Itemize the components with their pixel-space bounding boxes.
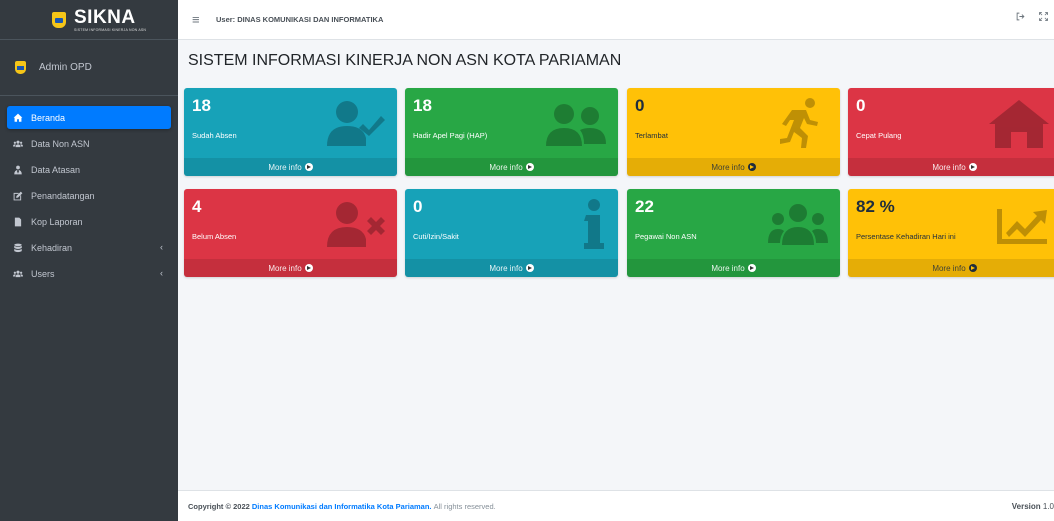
more-info-link[interactable]: More info xyxy=(848,158,1054,176)
more-info-link[interactable]: More info xyxy=(184,259,397,277)
box-value: 18 xyxy=(192,96,211,115)
logout-icon[interactable] xyxy=(1016,12,1025,24)
chart-line-icon xyxy=(987,199,1051,249)
user-avatar xyxy=(15,61,26,74)
more-info-link[interactable]: More info xyxy=(405,259,618,277)
box-label: Terlambat xyxy=(635,131,668,140)
running-icon xyxy=(766,98,830,148)
user-times-icon xyxy=(323,199,387,249)
user-friends-icon xyxy=(544,98,608,148)
sidebar-item-beranda[interactable]: Beranda xyxy=(7,106,171,129)
small-box-belum-absen: 4 Belum Absen More info xyxy=(184,189,397,277)
top-navbar: ≡ User: DINAS KOMUNIKASI DAN INFORMATIKA xyxy=(178,0,1054,40)
user-tie-icon xyxy=(13,165,23,175)
arrow-circle-right-icon xyxy=(747,163,756,171)
main-footer: Copyright © 2022 Dinas Komunikasi dan In… xyxy=(178,490,1054,521)
more-info-link[interactable]: More info xyxy=(627,259,840,277)
box-label: Persentase Kehadiran Hari ini xyxy=(856,232,956,241)
info-icon xyxy=(544,199,608,249)
box-value: 0 xyxy=(856,96,866,115)
user-check-icon xyxy=(323,98,387,148)
small-box-cepat-pulang: 0 Cepat Pulang More info xyxy=(848,88,1054,176)
arrow-circle-right-icon xyxy=(525,264,534,272)
box-label: Belum Absen xyxy=(192,232,237,241)
box-label: Hadir Apel Pagi (HAP) xyxy=(413,131,488,140)
sidebar: SIKNA SISTEM INFORMASI KINERJA NON ASN A… xyxy=(0,0,178,521)
arrow-circle-right-icon xyxy=(968,264,977,272)
box-label: Sudah Absen xyxy=(192,131,237,140)
small-box-persentase-kehadiran: 82 % Persentase Kehadiran Hari ini More … xyxy=(848,189,1054,277)
box-label: Cuti/Izin/Sakit xyxy=(413,232,459,241)
arrow-circle-right-icon xyxy=(304,163,313,171)
sidebar-item-label: Beranda xyxy=(31,112,66,123)
sidebar-item-label: Data Atasan xyxy=(31,164,81,175)
sidebar-item-kop-laporan[interactable]: Kop Laporan xyxy=(7,210,171,233)
arrow-circle-right-icon xyxy=(304,264,313,272)
more-info-link[interactable]: More info xyxy=(184,158,397,176)
users-icon xyxy=(13,269,23,279)
home-icon xyxy=(13,113,23,123)
sidebar-item-users[interactable]: Users ‹ xyxy=(7,262,171,285)
arrow-circle-right-icon xyxy=(747,264,756,272)
brand-name: SIKNA xyxy=(74,6,136,28)
box-value: 0 xyxy=(635,96,645,115)
box-value: 18 xyxy=(413,96,432,115)
sidebar-item-data-atasan[interactable]: Data Atasan xyxy=(7,158,171,181)
brand-subtitle: SISTEM INFORMASI KINERJA NON ASN xyxy=(74,27,147,32)
box-label: Cepat Pulang xyxy=(856,131,902,140)
sidebar-item-label: Kop Laporan xyxy=(31,216,83,227)
sidebar-item-label: Kehadiran xyxy=(31,242,73,253)
chevron-left-icon: ‹ xyxy=(160,242,163,252)
org-link[interactable]: Dinas Komunikasi dan Informatika Kota Pa… xyxy=(252,502,432,511)
box-value: 22 xyxy=(635,197,654,216)
sidebar-item-data-non-asn[interactable]: Data Non ASN xyxy=(7,132,171,155)
box-value: 4 xyxy=(192,197,202,216)
current-user-info: User: DINAS KOMUNIKASI DAN INFORMATIKA xyxy=(216,15,384,24)
fullscreen-icon[interactable] xyxy=(1039,12,1048,24)
small-box-terlambat: 0 Terlambat More info xyxy=(627,88,840,176)
edit-icon xyxy=(13,191,23,201)
small-box-sudah-absen: 18 Sudah Absen More info xyxy=(184,88,397,176)
small-box-pegawai-non-asn: 22 Pegawai Non ASN More info xyxy=(627,189,840,277)
rights-text: All rights reserved. xyxy=(433,501,496,511)
user-panel: Admin OPD xyxy=(0,40,178,96)
box-label: Pegawai Non ASN xyxy=(635,232,697,241)
more-info-link[interactable]: More info xyxy=(627,158,840,176)
small-box-cuti-izin-sakit: 0 Cuti/Izin/Sakit More info xyxy=(405,189,618,277)
page-title: SISTEM INFORMASI KINERJA NON ASN KOTA PA… xyxy=(188,52,622,69)
sidebar-nav: Beranda Data Non ASN Data Atasan Penanda… xyxy=(0,96,178,285)
chevron-left-icon: ‹ xyxy=(160,268,163,278)
copyright-text: Copyright © 2022 xyxy=(188,501,250,511)
arrow-circle-right-icon xyxy=(968,163,977,171)
version-info: Version 1.0 xyxy=(1011,502,1054,511)
brand-logo xyxy=(52,11,66,28)
top-right-actions xyxy=(1016,12,1048,24)
home-icon xyxy=(987,98,1051,148)
more-info-link[interactable]: More info xyxy=(405,158,618,176)
user-name[interactable]: Admin OPD xyxy=(39,62,92,73)
sidebar-item-label: Penandatangan xyxy=(31,190,95,201)
users-icon xyxy=(766,199,830,249)
sidebar-item-kehadiran[interactable]: Kehadiran ‹ xyxy=(7,236,171,259)
arrow-circle-right-icon xyxy=(525,163,534,171)
more-info-link[interactable]: More info xyxy=(848,259,1054,277)
sidebar-item-label: Data Non ASN xyxy=(31,138,90,149)
database-icon xyxy=(13,243,23,253)
sidebar-item-penandatangan[interactable]: Penandatangan xyxy=(7,184,171,207)
file-icon xyxy=(13,217,23,227)
small-box-hadir-apel-pagi: 18 Hadir Apel Pagi (HAP) More info xyxy=(405,88,618,176)
users-icon xyxy=(13,139,23,149)
menu-toggle-icon[interactable]: ≡ xyxy=(192,12,202,27)
sidebar-item-label: Users xyxy=(31,268,55,279)
box-value: 82 % xyxy=(856,197,895,216)
box-value: 0 xyxy=(413,197,423,216)
brand-link[interactable]: SIKNA SISTEM INFORMASI KINERJA NON ASN xyxy=(0,0,178,40)
